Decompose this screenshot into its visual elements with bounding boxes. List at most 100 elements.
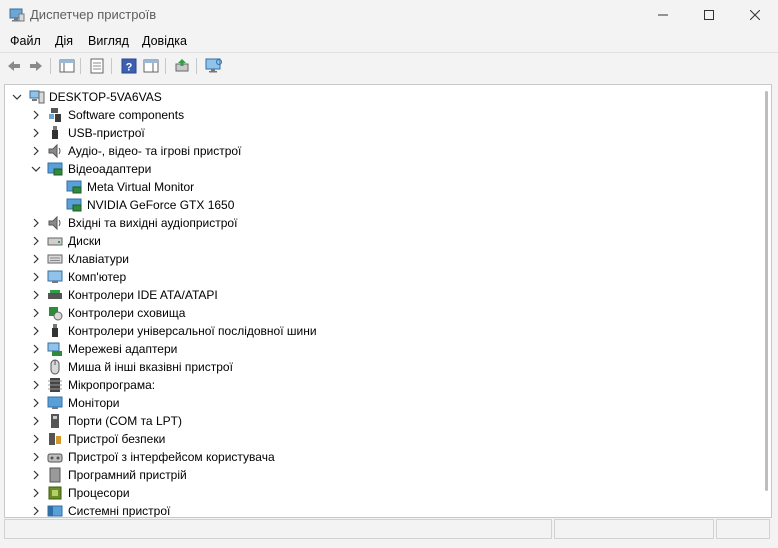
scan-hardware-button[interactable]: [205, 57, 223, 75]
device-tree[interactable]: DESKTOP-5VA6VAS Software components USB-пр…: [4, 84, 772, 518]
maximize-button[interactable]: [686, 0, 732, 30]
expand-toggle[interactable]: [30, 217, 42, 229]
tree-category[interactable]: Software components: [5, 106, 755, 124]
tree-category[interactable]: Монітори: [5, 394, 755, 412]
expand-toggle[interactable]: [30, 361, 42, 373]
tree-category[interactable]: Комп'ютер: [5, 268, 755, 286]
menu-file[interactable]: Файл: [10, 34, 41, 48]
expand-toggle[interactable]: [30, 235, 42, 247]
tree-item-label: Програмний пристрій: [68, 468, 187, 482]
expand-toggle[interactable]: [30, 163, 42, 175]
computer-root-icon: [29, 90, 45, 104]
expand-toggle[interactable]: [30, 289, 42, 301]
tree-device[interactable]: Meta Virtual Monitor: [5, 178, 755, 196]
tree-category[interactable]: Процесори: [5, 484, 755, 502]
properties-button[interactable]: [88, 57, 106, 75]
expand-toggle[interactable]: [30, 343, 42, 355]
expand-toggle[interactable]: [11, 91, 23, 103]
chevron-right-icon: [33, 416, 39, 426]
expand-toggle[interactable]: [30, 469, 42, 481]
chevron-right-icon: [33, 344, 39, 354]
tree-category[interactable]: Пристрої з інтерфейсом користувача: [5, 448, 755, 466]
tree-item-icon: [47, 467, 63, 483]
tree-category[interactable]: Пристрої безпеки: [5, 430, 755, 448]
help-button[interactable]: ?: [120, 57, 138, 75]
expand-toggle[interactable]: [30, 127, 42, 139]
tree-item-icon: [47, 377, 63, 393]
tree-item-label: DESKTOP-5VA6VAS: [49, 90, 162, 104]
chevron-right-icon: [33, 236, 39, 246]
tree-item-icon: [47, 431, 63, 447]
tree-item-label: Системні пристрої: [68, 504, 171, 518]
close-button[interactable]: [732, 0, 778, 30]
minimize-button[interactable]: [640, 0, 686, 30]
device-manager-window: Диспетчер пристроїв Файл Дія Вигляд Дові…: [0, 0, 778, 548]
expand-toggle[interactable]: [30, 415, 42, 427]
tree-item-icon: [47, 503, 63, 517]
storage-controller-icon: [49, 307, 63, 321]
tree-item-icon: [47, 305, 63, 321]
tree-item-label: Мережеві адаптери: [68, 342, 178, 356]
back-button[interactable]: [5, 57, 23, 75]
chevron-down-icon: [31, 166, 41, 172]
chevron-right-icon: [33, 434, 39, 444]
tree-item-label: Відеоадаптери: [68, 162, 152, 176]
vertical-scrollbar[interactable]: [763, 85, 771, 517]
tree-item-icon: [47, 125, 63, 141]
tree-category[interactable]: Мікропрограма:: [5, 376, 755, 394]
expand-toggle[interactable]: [30, 325, 42, 337]
tree-category[interactable]: Порти (COM та LPT): [5, 412, 755, 430]
toolbar-separator: [50, 58, 51, 74]
close-icon: [750, 10, 760, 20]
tree-device[interactable]: NVIDIA GeForce GTX 1650: [5, 196, 755, 214]
tree-category[interactable]: Вхідні та вихідні аудіопристрої: [5, 214, 755, 232]
tree-category[interactable]: Миша й інші вказівні пристрої: [5, 358, 755, 376]
tree-category[interactable]: Контролери IDE ATA/ATAPI: [5, 286, 755, 304]
show-hide-console-tree-button[interactable]: [58, 57, 76, 75]
menu-help[interactable]: Довідка: [142, 34, 187, 48]
menu-view[interactable]: Вигляд: [88, 34, 129, 48]
tree-item-label: USB-пристрої: [68, 126, 145, 140]
monitor-icon: [47, 396, 63, 409]
action-pane-button[interactable]: [142, 57, 160, 75]
chevron-right-icon: [33, 488, 39, 498]
status-cell: [4, 519, 552, 539]
tree-category[interactable]: Програмний пристрій: [5, 466, 755, 484]
expand-toggle[interactable]: [30, 397, 42, 409]
expand-toggle[interactable]: [30, 307, 42, 319]
expand-toggle[interactable]: [30, 271, 42, 283]
tree-category[interactable]: Клавіатури: [5, 250, 755, 268]
menu-action[interactable]: Дія: [55, 34, 73, 48]
tree-category[interactable]: Мережеві адаптери: [5, 340, 755, 358]
expand-toggle[interactable]: [30, 505, 42, 517]
tree-category[interactable]: USB-пристрої: [5, 124, 755, 142]
expand-toggle[interactable]: [30, 487, 42, 499]
forward-button[interactable]: [27, 57, 45, 75]
tree-category[interactable]: Системні пристрої: [5, 502, 755, 518]
tree-category[interactable]: Диски: [5, 232, 755, 250]
properties-icon: [90, 58, 104, 74]
expand-toggle[interactable]: [30, 253, 42, 265]
tree-item-label: Пристрої безпеки: [68, 432, 166, 446]
chevron-down-icon: [12, 94, 22, 100]
tree-item-label: Порти (COM та LPT): [68, 414, 182, 428]
svg-text:?: ?: [126, 62, 133, 74]
expand-toggle[interactable]: [30, 433, 42, 445]
software-component-icon: [49, 108, 61, 122]
update-driver-button[interactable]: [173, 57, 191, 75]
expand-toggle[interactable]: [30, 451, 42, 463]
tree-item-icon: [47, 413, 63, 429]
expand-toggle[interactable]: [30, 109, 42, 121]
tree-root-node[interactable]: DESKTOP-5VA6VAS: [5, 88, 755, 106]
menu-bar: Файл Дія Вигляд Довідка: [0, 31, 778, 51]
tree-category[interactable]: Контролери сховища: [5, 304, 755, 322]
tree-category[interactable]: Аудіо-, відео- та ігрові пристрої: [5, 142, 755, 160]
tree-category[interactable]: Контролери універсальної послідовної шин…: [5, 322, 755, 340]
hid-icon: [47, 453, 63, 463]
network-adapter-icon: [47, 342, 62, 356]
expand-toggle[interactable]: [30, 145, 42, 157]
expand-toggle[interactable]: [30, 379, 42, 391]
tree-category[interactable]: Відеоадаптери: [5, 160, 755, 178]
chevron-right-icon: [33, 128, 39, 138]
tree-item-icon: [47, 215, 63, 231]
